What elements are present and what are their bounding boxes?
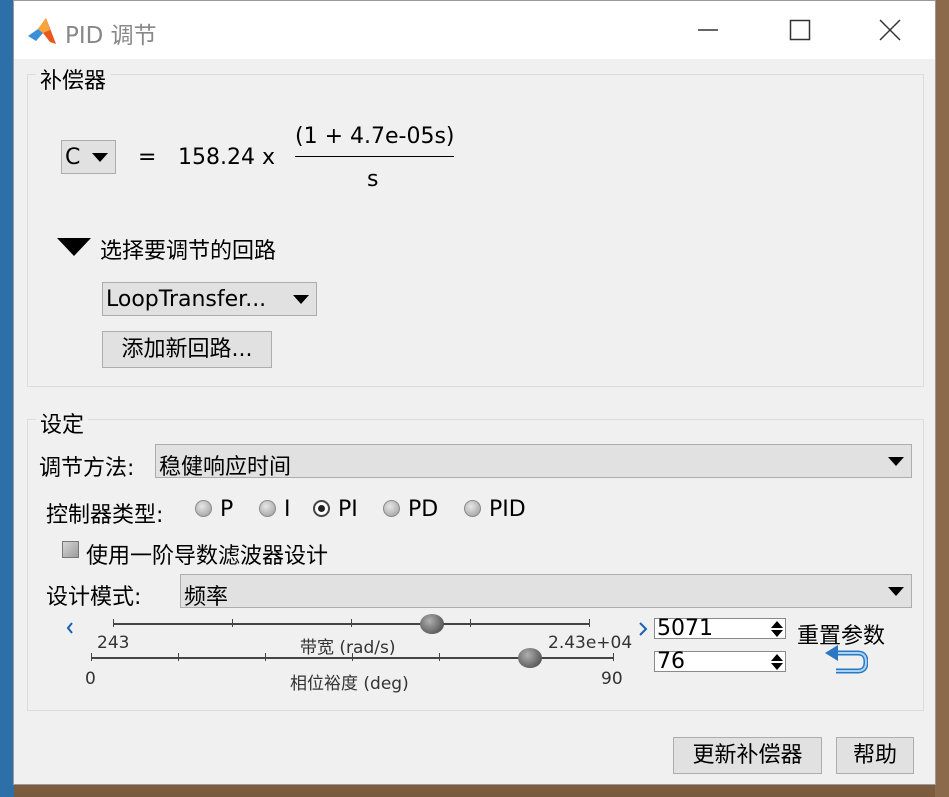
- bandwidth-min-label: 243: [97, 633, 130, 653]
- window-title: PID 调节: [65, 23, 157, 49]
- help-button[interactable]: 帮助: [836, 737, 914, 774]
- compensator-group-label: 补偿器: [36, 63, 111, 95]
- chevron-down-icon: [293, 295, 309, 304]
- compensator-denominator: s: [367, 167, 379, 192]
- spinner-arrows-icon[interactable]: [770, 653, 784, 671]
- radio-pid-label[interactable]: PID: [489, 497, 526, 522]
- chevron-down-icon: [92, 153, 108, 162]
- close-icon: [879, 19, 901, 41]
- design-mode-value: 频率: [184, 585, 229, 610]
- slider-tick: [265, 653, 266, 661]
- update-compensator-label: 更新补偿器: [692, 743, 803, 768]
- slider-tick: [91, 653, 92, 661]
- bandwidth-value: 5071: [657, 616, 713, 641]
- minimize-button[interactable]: [662, 1, 754, 59]
- derivative-filter-checkbox[interactable]: [62, 541, 79, 558]
- radio-i[interactable]: [259, 500, 276, 517]
- phase-margin-value: 76: [657, 649, 685, 674]
- add-loop-label: 添加新回路...: [121, 337, 253, 362]
- controller-type-label: 控制器类型:: [46, 503, 164, 528]
- bandwidth-max-label: 2.43e+04: [548, 633, 633, 653]
- compensator-gain: 158.24 x: [178, 145, 275, 170]
- maximize-icon: [789, 19, 811, 41]
- bandwidth-spinner[interactable]: 5071: [654, 616, 786, 641]
- compensator-numerator: (1 + 4.7e-05s): [295, 124, 455, 149]
- radio-pid[interactable]: [464, 500, 481, 517]
- maximize-button[interactable]: [754, 1, 846, 59]
- chevron-right-icon[interactable]: [638, 621, 648, 637]
- slider-tick: [352, 653, 353, 661]
- slider-tick: [589, 619, 590, 627]
- radio-i-label[interactable]: I: [284, 497, 291, 522]
- radio-pd-label[interactable]: PD: [408, 497, 438, 522]
- chevron-down-icon: [888, 457, 904, 466]
- collapse-triangle-icon[interactable]: [57, 237, 91, 257]
- loop-dropdown[interactable]: LoopTransfer...: [102, 282, 317, 316]
- phase-margin-spinner[interactable]: 76: [654, 649, 786, 674]
- compensator-selector-value: C: [65, 145, 81, 170]
- bandwidth-slider-label: 带宽 (rad/s): [300, 638, 396, 658]
- design-mode-label: 设计模式:: [46, 585, 142, 610]
- chevron-down-icon: [888, 587, 904, 596]
- phase-margin-max-label: 90: [601, 669, 623, 689]
- slider-tick: [613, 653, 614, 661]
- desktop-edge-right: [935, 0, 949, 797]
- equals-sign: =: [138, 145, 157, 170]
- add-loop-button[interactable]: 添加新回路...: [102, 331, 272, 368]
- matlab-logo-icon: [28, 18, 56, 44]
- title-bar[interactable]: PID 调节: [14, 1, 935, 59]
- derivative-filter-label[interactable]: 使用一阶导数滤波器设计: [86, 538, 328, 570]
- update-compensator-button[interactable]: 更新补偿器: [673, 737, 822, 774]
- radio-p-label[interactable]: P: [220, 497, 233, 522]
- help-label: 帮助: [852, 743, 897, 768]
- reset-undo-icon[interactable]: [824, 643, 868, 675]
- slider-tick: [113, 619, 114, 627]
- chevron-left-icon[interactable]: [66, 622, 74, 634]
- slider-tick: [470, 619, 471, 627]
- close-button[interactable]: [844, 1, 936, 59]
- radio-pd[interactable]: [383, 500, 400, 517]
- phase-margin-slider-label: 相位裕度 (deg): [290, 674, 409, 694]
- spinner-arrows-icon[interactable]: [770, 620, 784, 638]
- compensator-selector-dropdown[interactable]: C: [61, 140, 116, 174]
- loop-dropdown-value: LoopTransfer...: [106, 287, 267, 312]
- settings-group-label: 设定: [36, 407, 89, 439]
- slider-tick: [178, 653, 179, 661]
- tuning-method-dropdown[interactable]: 稳健响应时间: [155, 444, 912, 480]
- minimize-icon: [698, 29, 718, 31]
- radio-p[interactable]: [195, 500, 212, 517]
- slider-tick: [351, 619, 352, 627]
- pid-tuning-window: PID 调节 补偿器 C = 158.24 x (1 + 4.7e-05s) s…: [13, 0, 936, 785]
- loop-section-label[interactable]: 选择要调节的回路: [100, 233, 276, 265]
- design-mode-dropdown[interactable]: 频率: [180, 574, 912, 610]
- phase-margin-min-label: 0: [85, 669, 96, 689]
- radio-pi-label[interactable]: PI: [338, 497, 358, 522]
- fraction-bar: [295, 156, 454, 157]
- bandwidth-slider-thumb[interactable]: [419, 614, 444, 634]
- slider-tick: [232, 619, 233, 627]
- desktop-edge-left: [0, 0, 14, 797]
- tuning-method-value: 稳健响应时间: [159, 455, 292, 480]
- tuning-method-label: 调节方法:: [39, 456, 135, 481]
- radio-pi[interactable]: [313, 500, 330, 517]
- slider-tick: [439, 653, 440, 661]
